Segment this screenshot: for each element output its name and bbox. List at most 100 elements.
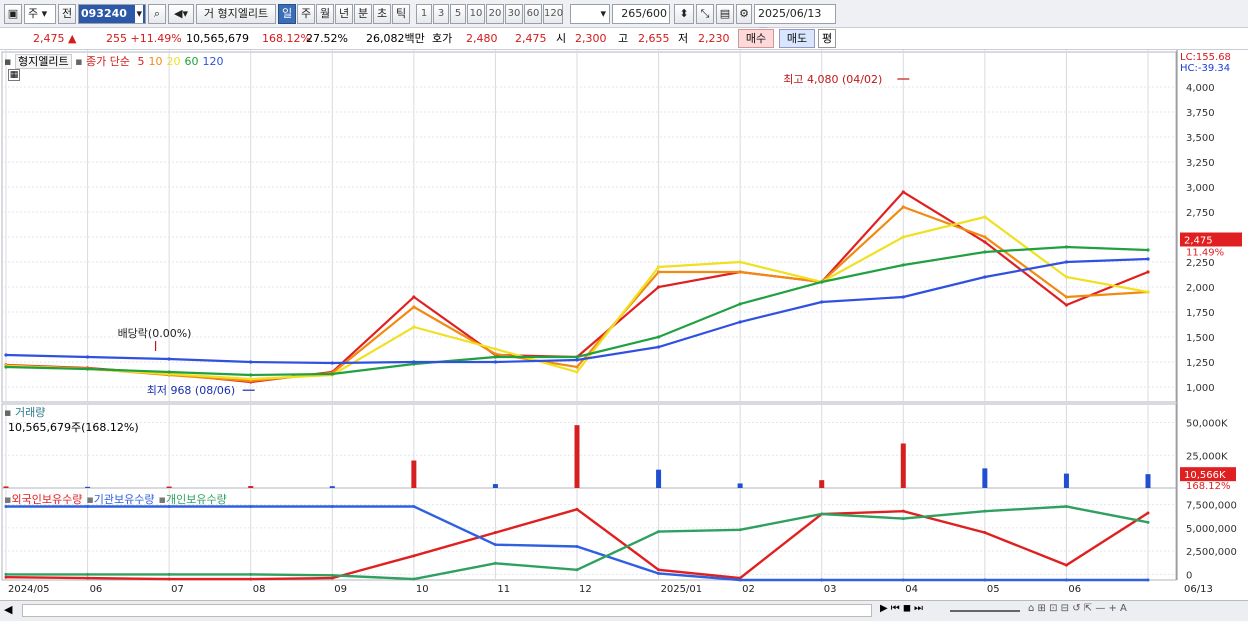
zoom-slider[interactable] [950, 610, 1020, 612]
minute-button-120[interactable]: 120 [543, 4, 563, 24]
holding-tick-label: 7,500,000 [1186, 501, 1237, 512]
volume-bar [1063, 473, 1069, 488]
chart-area[interactable]: 2024/05 06 07 08 09 10 11 12 2025/01 02 03 04 05 06 06… [0, 50, 1248, 621]
stock-name-field[interactable]: 거 형지엘리트 [196, 4, 276, 24]
date-field[interactable]: 2025/06/13 ▦ [754, 4, 836, 38]
x-tick-label: 05 [987, 584, 1000, 595]
minute-button-60[interactable]: 60 [524, 4, 542, 24]
ma-point-20 [901, 235, 905, 239]
ma-point-5 [1064, 303, 1069, 307]
ma-point-120 [330, 361, 334, 365]
period-button-2[interactable]: 월 [316, 4, 334, 24]
scroll-left-icon[interactable]: ◀ [4, 603, 12, 616]
holding-point-0 [86, 576, 90, 580]
holding-point-2 [167, 572, 171, 576]
square-icon: ▪ [4, 406, 12, 419]
buy-button[interactable]: 매수 [738, 29, 774, 48]
playback-controls[interactable]: ▶⏮◼⏭ [880, 603, 926, 614]
minute-button-30[interactable]: 30 [505, 4, 523, 24]
count-value: 265 [621, 7, 643, 20]
price-tick-label: 3,500 [1186, 133, 1215, 144]
current-pct-label: 11.49% [1186, 248, 1224, 259]
chevron-down-icon[interactable]: ▾ [135, 5, 143, 23]
square-icon: ▪ [158, 493, 166, 506]
volume-title: 거래량 [14, 406, 46, 419]
scroll-track[interactable] [22, 604, 872, 617]
ma-point-120 [738, 320, 742, 324]
legend-stock-name[interactable]: 형지엘리트 [14, 54, 72, 69]
holding-point-1 [330, 505, 334, 509]
volume-bar [574, 425, 580, 488]
turnover-rate: 27.52% [306, 32, 348, 45]
change-value: 255 [106, 32, 127, 45]
ma-point-20 [249, 377, 253, 381]
holding-point-0 [412, 554, 416, 558]
period-button-1[interactable]: 주 [297, 4, 315, 24]
minute-dropdown[interactable]: ▾ [570, 4, 610, 24]
window-icon[interactable]: ▣ [4, 4, 22, 24]
panel-frame-1 [1, 403, 1177, 489]
ma-point-60 [167, 370, 171, 374]
sell-button[interactable]: 매도 [779, 29, 815, 48]
save-icon[interactable]: ▤ [716, 4, 734, 24]
ma-point-120 [167, 357, 171, 361]
chart-svg[interactable]: 2024/05 06 07 08 09 10 11 12 2025/01 02 03 04 05 06 06… [0, 50, 1248, 600]
holding-point-2 [575, 568, 579, 572]
gear-icon[interactable]: ⚙ [736, 4, 752, 24]
period-button-3[interactable]: 년 [335, 4, 353, 24]
holding-point-1 [657, 571, 661, 575]
count-field[interactable]: 265/600 [612, 4, 670, 24]
period-button-0[interactable]: 일 [278, 4, 296, 24]
price-tick-label: 3,750 [1186, 108, 1215, 119]
holding-point-2 [249, 572, 253, 576]
avg-button[interactable]: 평 [818, 29, 836, 48]
current-volume-label: 10,566K [1184, 470, 1226, 481]
holding-point-2 [86, 572, 90, 576]
holding-point-2 [4, 572, 8, 576]
holding-tick-label: 0 [1186, 570, 1192, 581]
minute-button-20[interactable]: 20 [486, 4, 504, 24]
toolbar: ▣ 주 ▾ 전 093240 ▾ ⌕ ◀▾ 거 형지엘리트 일주월년분초틱 135… [0, 0, 1248, 38]
minute-button-1[interactable]: 1 [416, 4, 432, 24]
ma-point-60 [575, 355, 579, 359]
ma-point-5 [656, 285, 661, 289]
ma-point-120 [656, 345, 661, 349]
stock-code-input[interactable]: 093240 ▾ [78, 4, 146, 24]
market-select[interactable]: 주 ▾ [24, 4, 56, 24]
low-annotation: 최저 968 (08/06) [147, 384, 236, 397]
chart-type-icon[interactable]: ⬍ [674, 4, 694, 24]
price-tick-label: 4,000 [1186, 83, 1215, 94]
prev-button[interactable]: 전 [58, 4, 76, 24]
ma-point-120 [412, 360, 416, 364]
bid-price: 2,475 [515, 32, 547, 45]
current-price-label: 2,475 [1184, 236, 1213, 247]
price-tick-label: 2,000 [1186, 283, 1215, 294]
ma-point-5 [1146, 270, 1150, 274]
holding-point-1 [1146, 578, 1150, 582]
period-button-6[interactable]: 틱 [392, 4, 410, 24]
search-icon[interactable]: ⌕ [148, 4, 166, 24]
speaker-icon[interactable]: ◀▾ [168, 4, 194, 24]
holding-point-0 [493, 531, 497, 535]
holding-tick-label: 5,000,000 [1186, 524, 1237, 535]
ma-point-10 [983, 235, 987, 239]
price-value: 2,475 [33, 32, 65, 45]
x-tick-label: 12 [579, 584, 592, 595]
price-tick-label: 2,750 [1186, 208, 1215, 219]
minute-button-10[interactable]: 10 [467, 4, 485, 24]
holding-legend-1: 기관보유수량 [93, 493, 155, 506]
minute-button-3[interactable]: 3 [433, 4, 449, 24]
zoom-controls[interactable]: ⌂ ⊞ ⊡ ⊟ ↺ ⇱ — + A [1028, 603, 1127, 614]
ma-legend-items: 5 10 20 60 120 [134, 55, 224, 68]
holding-point-2 [412, 577, 416, 581]
ma-point-120 [1064, 260, 1069, 264]
chevron-down-icon: ▾ [600, 7, 606, 20]
draw-tool-icon[interactable]: ⤡ [696, 4, 714, 24]
minute-button-5[interactable]: 5 [450, 4, 466, 24]
period-button-4[interactable]: 분 [354, 4, 372, 24]
ma-point-20 [493, 347, 498, 351]
grid-icon[interactable]: ▦ [8, 69, 20, 81]
x-tick-label: 09 [334, 584, 347, 595]
period-button-5[interactable]: 초 [373, 4, 391, 24]
scrollbar[interactable]: ◀ ▶⏮◼⏭ ⌂ ⊞ ⊡ ⊟ ↺ ⇱ — + A [0, 600, 1248, 621]
